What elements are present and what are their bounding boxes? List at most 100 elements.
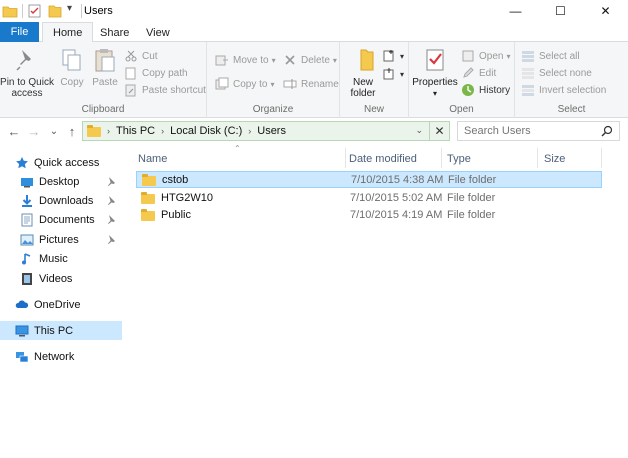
qat-dropdown-icon[interactable]: ▾ bbox=[67, 3, 77, 19]
navigation-pane: Quick access Desktop Downloads Documents… bbox=[0, 148, 122, 458]
recent-locations-button[interactable]: ⌄ bbox=[46, 123, 62, 139]
file-date: 7/10/2015 4:19 AM bbox=[350, 208, 443, 221]
column-header-size[interactable]: Size bbox=[530, 148, 600, 170]
copy-button[interactable]: Copy bbox=[58, 46, 86, 88]
column-divider[interactable] bbox=[601, 148, 602, 168]
select-group: Select all Select none Invert selection … bbox=[515, 42, 628, 118]
column-header-type[interactable]: Type bbox=[433, 148, 535, 170]
nav-item-this-pc[interactable]: This PC bbox=[0, 321, 122, 340]
tab-home[interactable]: Home bbox=[42, 22, 94, 43]
easy-access-button[interactable]: ▾ bbox=[382, 66, 404, 82]
nav-label: Network bbox=[34, 350, 75, 363]
close-button[interactable]: ✕ bbox=[583, 0, 628, 22]
new-folder-icon[interactable] bbox=[47, 3, 63, 19]
nav-item-documents[interactable]: Documents bbox=[0, 210, 122, 229]
file-row[interactable]: Public 7/10/2015 4:19 AM File folder bbox=[136, 206, 602, 223]
nav-item-music[interactable]: Music bbox=[0, 249, 122, 268]
nav-label: Music bbox=[39, 252, 68, 265]
nav-item-onedrive[interactable]: OneDrive bbox=[0, 295, 122, 314]
select-group-label: Select bbox=[557, 104, 586, 115]
copy-to-button[interactable]: Copy to ▾ bbox=[215, 76, 274, 92]
move-to-button[interactable]: Move to ▾ bbox=[215, 52, 276, 68]
pin-label-line2: access bbox=[11, 88, 43, 99]
tab-share[interactable]: Share bbox=[90, 22, 139, 43]
easy-access-icon bbox=[382, 67, 396, 81]
pin-icon[interactable] bbox=[106, 234, 116, 244]
minimize-button[interactable]: — bbox=[493, 0, 538, 22]
file-type: File folder bbox=[447, 208, 496, 221]
breadcrumb-local-disk[interactable]: Local Disk (C:) bbox=[170, 125, 242, 137]
nav-item-quick-access[interactable]: Quick access bbox=[0, 153, 122, 172]
column-header-name[interactable]: Name bbox=[124, 148, 346, 170]
back-button[interactable]: ← bbox=[6, 123, 22, 139]
search-icon[interactable] bbox=[601, 125, 613, 137]
column-header-date-modified[interactable]: Date modified bbox=[335, 148, 441, 170]
nav-item-desktop[interactable]: Desktop bbox=[0, 172, 122, 191]
invert-selection-button[interactable]: Invert selection bbox=[521, 82, 606, 98]
new-group: New folder ▾ ▾ New bbox=[340, 42, 409, 118]
organize-group: Move to ▾ Copy to ▾ Delete ▾ Rename Orga… bbox=[207, 42, 340, 118]
select-none-button[interactable]: Select none bbox=[521, 65, 592, 81]
folder-icon[interactable] bbox=[2, 3, 18, 19]
pin-icon[interactable] bbox=[106, 214, 116, 224]
cut-button[interactable]: Cut bbox=[124, 48, 158, 64]
ribbon-tabs: File Home Share View bbox=[0, 22, 628, 43]
copy-to-label: Copy to bbox=[233, 78, 268, 90]
open-label: Open bbox=[479, 50, 504, 62]
new-folder-button[interactable]: New folder bbox=[344, 46, 382, 99]
address-dropdown-icon[interactable]: ⌄ bbox=[415, 125, 423, 136]
new-group-label: New bbox=[363, 104, 384, 115]
search-input[interactable] bbox=[464, 125, 604, 137]
nav-label: Documents bbox=[39, 213, 95, 226]
tab-file[interactable]: File bbox=[0, 22, 39, 42]
open-group: Properties ▾ Open ▾ Edit History Open bbox=[409, 42, 515, 118]
pin-icon[interactable] bbox=[106, 176, 116, 186]
desktop-icon bbox=[20, 175, 34, 189]
history-button[interactable]: History bbox=[461, 82, 510, 98]
nav-item-network[interactable]: Network bbox=[0, 347, 122, 366]
folder-icon bbox=[141, 191, 155, 204]
edit-button[interactable]: Edit bbox=[461, 65, 496, 81]
pin-label-line1: Pin to Quick bbox=[0, 77, 54, 88]
close-icon[interactable]: ✕ bbox=[429, 122, 449, 140]
nav-item-downloads[interactable]: Downloads bbox=[0, 191, 122, 210]
nav-item-pictures[interactable]: Pictures bbox=[0, 230, 122, 249]
search-box[interactable] bbox=[457, 121, 620, 141]
address-bar[interactable]: › This PC › Local Disk (C:) › Users ⌄ ✕ bbox=[82, 121, 450, 141]
breadcrumb-users[interactable]: Users bbox=[257, 125, 286, 137]
paste-shortcut-button[interactable]: Paste shortcut bbox=[124, 82, 206, 98]
edit-label: Edit bbox=[479, 67, 497, 79]
history-icon bbox=[461, 83, 475, 97]
tab-view[interactable]: View bbox=[136, 22, 180, 43]
maximize-button[interactable]: ☐ bbox=[538, 0, 583, 22]
breadcrumb-this-pc[interactable]: This PC bbox=[116, 125, 155, 137]
ribbon: Pin to Quick access Copy Paste Cut Copy … bbox=[0, 42, 628, 118]
paste-shortcut-icon bbox=[124, 83, 138, 97]
properties-icon[interactable] bbox=[27, 3, 43, 19]
nav-item-videos[interactable]: Videos bbox=[0, 269, 122, 288]
folder-icon bbox=[142, 173, 156, 186]
select-all-label: Select all bbox=[539, 50, 580, 62]
navigation-bar: ← → ⌄ ↑ › This PC › Local Disk (C:) › Us… bbox=[0, 118, 628, 144]
up-button[interactable]: ↑ bbox=[64, 123, 80, 139]
delete-button[interactable]: Delete ▾ bbox=[283, 52, 337, 68]
file-row[interactable]: HTG2W10 7/10/2015 5:02 AM File folder bbox=[136, 189, 602, 206]
window-title: Users bbox=[84, 5, 113, 17]
properties-button[interactable]: Properties ▾ bbox=[412, 46, 458, 99]
nav-label: Pictures bbox=[39, 233, 79, 246]
copy-to-icon bbox=[215, 77, 229, 91]
forward-button[interactable]: → bbox=[26, 123, 42, 139]
file-row[interactable]: cstob 7/10/2015 4:38 AM File folder bbox=[136, 171, 602, 188]
rename-button[interactable]: Rename bbox=[283, 76, 339, 92]
copy-path-button[interactable]: Copy path bbox=[124, 65, 188, 81]
nav-label: OneDrive bbox=[34, 298, 81, 311]
select-all-button[interactable]: Select all bbox=[521, 48, 580, 64]
pin-icon[interactable] bbox=[106, 195, 116, 205]
paste-button[interactable]: Paste bbox=[90, 46, 120, 88]
file-name: Public bbox=[161, 208, 191, 221]
copy-path-icon bbox=[124, 66, 138, 80]
pin-to-quick-access-button[interactable]: Pin to Quick access bbox=[0, 46, 54, 99]
new-item-button[interactable]: ▾ bbox=[382, 48, 404, 64]
open-button[interactable]: Open ▾ bbox=[461, 48, 510, 64]
organize-group-label: Organize bbox=[252, 104, 294, 115]
